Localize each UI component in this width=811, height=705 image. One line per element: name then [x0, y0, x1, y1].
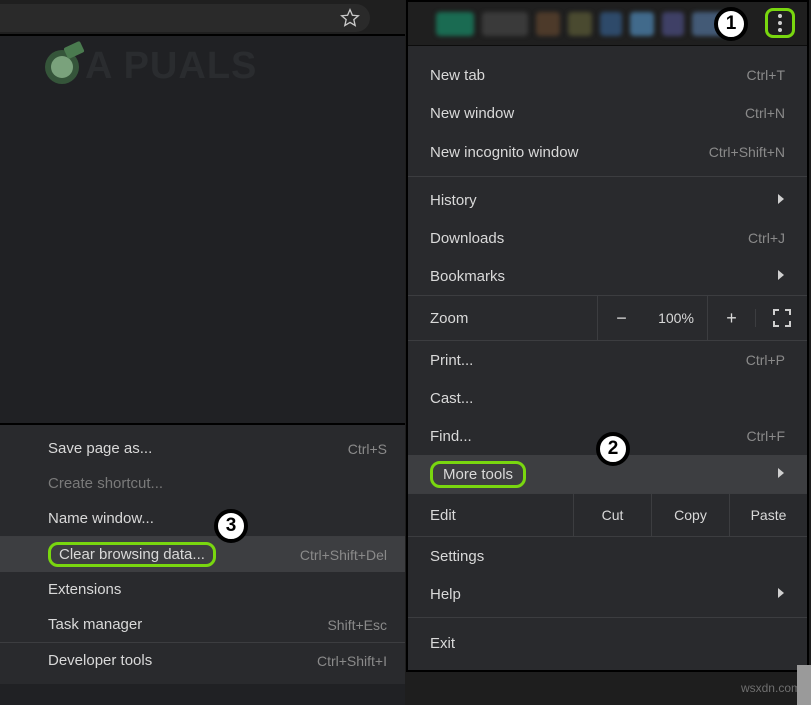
callout-3: 3: [214, 509, 248, 543]
paste-button[interactable]: Paste: [729, 494, 807, 536]
menu-label: More tools: [430, 461, 767, 488]
ext-icon[interactable]: [536, 12, 560, 36]
cut-button[interactable]: Cut: [573, 494, 651, 536]
menu-bookmarks[interactable]: Bookmarks: [408, 257, 807, 295]
chevron-right-icon: [777, 466, 785, 483]
zoom-value: 100%: [645, 310, 707, 326]
menu-label: New tab: [430, 67, 747, 84]
menu-separator: [408, 176, 807, 177]
submenu-clear-browsing-data[interactable]: Clear browsing data... Ctrl+Shift+Del: [0, 537, 405, 572]
submenu-shortcut: Ctrl+Shift+Del: [300, 547, 387, 563]
zoom-in-button[interactable]: +: [707, 296, 755, 340]
ext-icon[interactable]: [568, 12, 592, 36]
submenu-shortcut: Ctrl+Shift+I: [317, 653, 387, 669]
more-tools-submenu: Save page as... Ctrl+S Create shortcut..…: [0, 423, 405, 684]
menu-shortcut: Ctrl+P: [746, 352, 785, 368]
menu-label: Settings: [430, 548, 785, 565]
submenu-shortcut: Shift+Esc: [327, 617, 387, 633]
copy-button[interactable]: Copy: [651, 494, 729, 536]
omnibox[interactable]: [0, 4, 370, 32]
menu-incognito[interactable]: New incognito window Ctrl+Shift+N: [408, 132, 807, 172]
menu-label: Cast...: [430, 390, 785, 407]
menu-history[interactable]: History: [408, 181, 807, 219]
menu-shortcut: Ctrl+Shift+N: [709, 144, 785, 160]
menu-label: Downloads: [430, 230, 748, 247]
fullscreen-icon: [773, 309, 791, 327]
submenu-create-shortcut: Create shortcut...: [0, 466, 405, 501]
watermark-logo: A PUALS: [45, 45, 257, 88]
submenu-label: Create shortcut...: [48, 475, 387, 492]
ext-icon[interactable]: [436, 12, 474, 36]
menu-help[interactable]: Help: [408, 575, 807, 613]
menu-exit[interactable]: Exit: [408, 622, 807, 664]
submenu-label: Developer tools: [48, 652, 317, 669]
ext-icon[interactable]: [600, 12, 622, 36]
menu-new-window[interactable]: New window Ctrl+N: [408, 94, 807, 132]
submenu-name-window[interactable]: Name window...: [0, 501, 405, 536]
chevron-right-icon: [777, 586, 785, 603]
source-link: wsxdn.com: [741, 681, 801, 695]
chevron-right-icon: [777, 192, 785, 209]
menu-zoom: Zoom − 100% +: [408, 295, 807, 341]
ext-icon[interactable]: [662, 12, 684, 36]
menu-shortcut: Ctrl+T: [747, 67, 786, 83]
menu-separator: [408, 617, 807, 618]
chrome-main-menu: New tab Ctrl+T New window Ctrl+N New inc…: [406, 0, 809, 672]
menu-label: New window: [430, 105, 745, 122]
menu-shortcut: Ctrl+J: [748, 230, 785, 246]
submenu-label: Task manager: [48, 616, 327, 633]
menu-label: Help: [430, 586, 767, 603]
submenu-label: Save page as...: [48, 440, 348, 457]
edit-label: Edit: [408, 507, 573, 524]
submenu-task-manager[interactable]: Task manager Shift+Esc: [0, 607, 405, 642]
callout-2: 2: [596, 432, 630, 466]
menu-label: Exit: [430, 635, 785, 652]
highlight-outline: Clear browsing data...: [48, 542, 216, 567]
menu-label: Bookmarks: [430, 268, 767, 285]
callout-1: 1: [714, 7, 748, 41]
zoom-label: Zoom: [408, 310, 597, 327]
scrollbar-thumb[interactable]: [797, 665, 811, 705]
submenu-label: Extensions: [48, 581, 387, 598]
menu-downloads[interactable]: Downloads Ctrl+J: [408, 219, 807, 257]
menu-new-tab[interactable]: New tab Ctrl+T: [408, 56, 807, 94]
submenu-developer-tools[interactable]: Developer tools Ctrl+Shift+I: [0, 643, 405, 678]
submenu-shortcut: Ctrl+S: [348, 441, 387, 457]
submenu-extensions[interactable]: Extensions: [0, 572, 405, 607]
menu-label: New incognito window: [430, 144, 709, 161]
watermark-text: A PUALS: [85, 45, 257, 88]
menu-label: Print...: [430, 352, 746, 369]
submenu-label: Clear browsing data...: [48, 542, 300, 567]
menu-shortcut: Ctrl+F: [747, 428, 786, 444]
fullscreen-button[interactable]: [755, 309, 807, 327]
appuals-logo-icon: [45, 50, 79, 84]
submenu-save-page[interactable]: Save page as... Ctrl+S: [0, 431, 405, 466]
zoom-out-button[interactable]: −: [597, 296, 645, 340]
menu-label: Find...: [430, 428, 747, 445]
menu-label: History: [430, 192, 767, 209]
highlight-outline: More tools: [430, 461, 526, 488]
menu-settings[interactable]: Settings: [408, 537, 807, 575]
kebab-menu-icon[interactable]: [765, 8, 795, 38]
bookmark-star-icon[interactable]: [340, 8, 360, 28]
ext-icon[interactable]: [630, 12, 654, 36]
address-bar-fragment: [0, 0, 405, 36]
menu-cast[interactable]: Cast...: [408, 379, 807, 417]
menu-edit: Edit Cut Copy Paste: [408, 493, 807, 537]
menu-shortcut: Ctrl+N: [745, 105, 785, 121]
chevron-right-icon: [777, 268, 785, 285]
menu-print[interactable]: Print... Ctrl+P: [408, 341, 807, 379]
ext-icon[interactable]: [482, 12, 528, 36]
